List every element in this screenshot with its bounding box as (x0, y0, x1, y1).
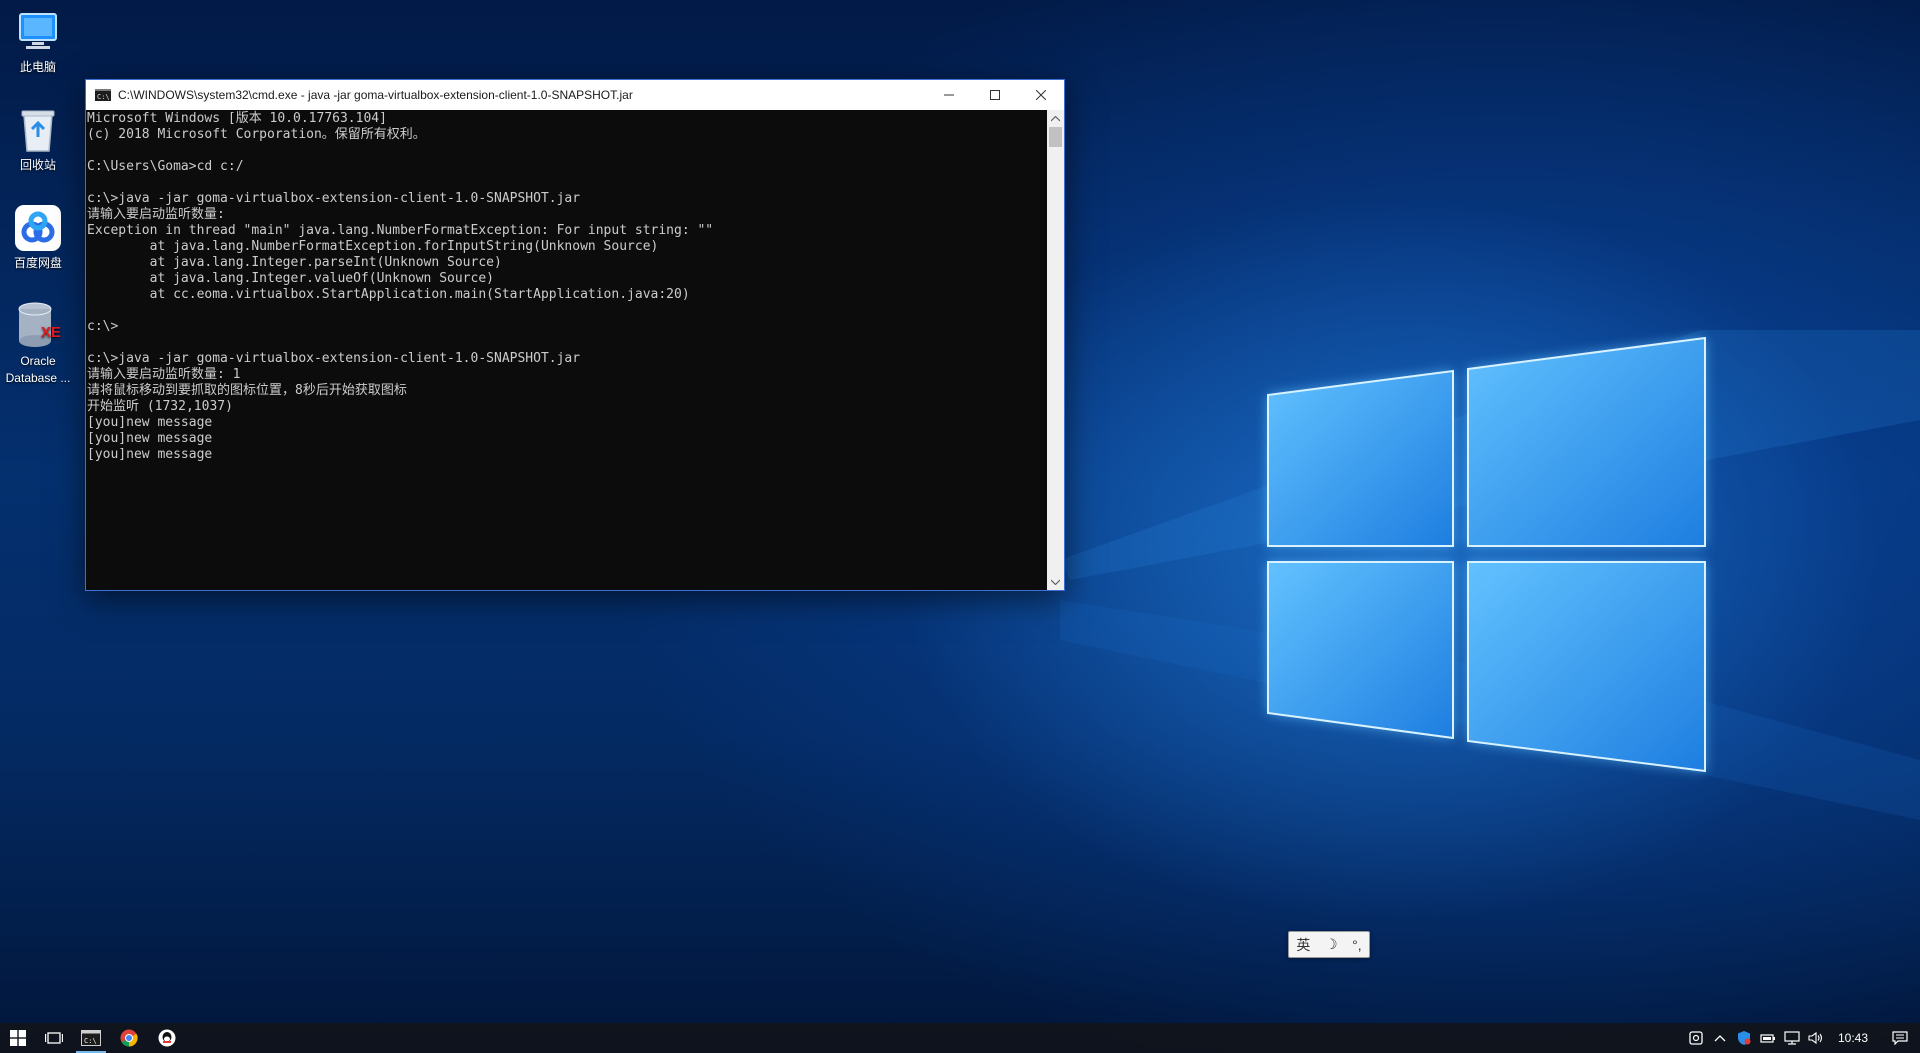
vertical-scrollbar[interactable] (1047, 110, 1064, 590)
desktop-icon-this-pc[interactable]: 此电脑 (0, 8, 76, 76)
close-icon (1036, 90, 1046, 100)
desktop-icon-label: 回收站 (19, 158, 56, 172)
console-line: 请输入要启动监听数量: (87, 207, 225, 222)
qq-app-icon (158, 1029, 176, 1047)
console-line: c:\> (87, 319, 119, 334)
ime-language-toggle[interactable]: 英 (1296, 935, 1310, 955)
oracle-database-icon: XE (14, 302, 62, 350)
window-titlebar[interactable]: C:\ C:\WINDOWS\system32\cmd.exe - java -… (86, 80, 1064, 110)
console-line: 请输入要启动监听数量: 1 (87, 367, 241, 382)
desktop-icon-label: Oracle Database ... (5, 354, 71, 385)
network-icon (1784, 1031, 1800, 1045)
console-line: c:\>java -jar goma-virtualbox-extension-… (87, 191, 581, 206)
taskbar: C:\ 10:43 (0, 1023, 1920, 1053)
ime-punctuation-toggle[interactable]: °, (1352, 937, 1362, 953)
battery-icon (1760, 1034, 1775, 1043)
console-line: C:\Users\Goma>cd c:/ (87, 159, 244, 174)
close-button[interactable] (1018, 80, 1064, 110)
task-view-button[interactable] (36, 1023, 72, 1053)
console-line: at cc.eoma.virtualbox.StartApplication.m… (87, 287, 690, 302)
tray-security-icon[interactable] (1732, 1023, 1756, 1053)
chrome-app-icon (120, 1029, 138, 1047)
taskbar-app-chrome[interactable] (110, 1023, 148, 1053)
taskbar-app-cmd[interactable]: C:\ (72, 1023, 110, 1053)
tray-network-icon[interactable] (1780, 1023, 1804, 1053)
console-line: at java.lang.NumberFormatException.forIn… (87, 239, 659, 254)
ime-mode-toggle[interactable]: ☽ (1325, 936, 1338, 953)
tray-app-icon[interactable] (1684, 1023, 1708, 1053)
console-line: Exception in thread "main" java.lang.Num… (87, 223, 714, 238)
taskbar-clock[interactable]: 10:43 (1828, 1031, 1880, 1045)
desktop-icon-label: 此电脑 (19, 60, 56, 74)
chevron-up-icon (1714, 1035, 1726, 1042)
maximize-icon (990, 90, 1000, 100)
desktop-icon-baidu-netdisk[interactable]: 百度网盘 (0, 204, 76, 272)
scroll-up-icon[interactable] (1047, 110, 1064, 127)
computer-icon (14, 8, 62, 56)
system-tray: 10:43 (1684, 1023, 1920, 1053)
tray-volume-icon[interactable] (1804, 1023, 1828, 1053)
notification-icon (1892, 1031, 1908, 1045)
shield-icon (1737, 1031, 1751, 1045)
console-line: at java.lang.Integer.parseInt(Unknown So… (87, 255, 502, 270)
console-line: 请将鼠标移动到要抓取的图标位置，8秒后开始获取图标 (87, 383, 407, 398)
volume-icon (1808, 1031, 1823, 1045)
taskbar-app-qq[interactable] (148, 1023, 186, 1053)
console-line: c:\>java -jar goma-virtualbox-extension-… (87, 351, 581, 366)
console-line: [you]new message (87, 431, 213, 446)
console-line: 开始监听 (1732,1037) (87, 399, 233, 414)
console-line: Microsoft Windows [版本 10.0.17763.104] (87, 111, 387, 126)
console-line: [you]new message (87, 415, 213, 430)
scroll-down-icon[interactable] (1047, 573, 1064, 590)
console-line: [you]new message (87, 447, 213, 462)
window-title: C:\WINDOWS\system32\cmd.exe - java -jar … (118, 88, 633, 102)
action-center-button[interactable] (1880, 1023, 1920, 1053)
cmd-window[interactable]: C:\ C:\WINDOWS\system32\cmd.exe - java -… (85, 79, 1065, 591)
cmd-icon: C:\ (95, 89, 111, 101)
windows-start-icon (10, 1030, 26, 1046)
console-line: (c) 2018 Microsoft Corporation。保留所有权利。 (87, 127, 426, 142)
desktop-icon-label: 百度网盘 (13, 256, 62, 270)
console-line: at java.lang.Integer.valueOf(Unknown Sou… (87, 271, 494, 286)
maximize-button[interactable] (972, 80, 1018, 110)
svg-text:C:\: C:\ (84, 1037, 97, 1045)
minimize-button[interactable] (926, 80, 972, 110)
scrollbar-thumb[interactable] (1049, 127, 1062, 147)
cmd-app-icon: C:\ (81, 1030, 101, 1046)
baidu-netdisk-icon (14, 204, 62, 252)
minimize-icon (944, 94, 954, 96)
svg-text:C:\: C:\ (97, 93, 110, 101)
task-view-icon (45, 1032, 63, 1044)
recycle-bin-icon (14, 106, 62, 154)
show-hidden-icons-button[interactable] (1708, 1023, 1732, 1053)
tray-battery-icon[interactable] (1756, 1023, 1780, 1053)
ime-language-bar[interactable]: 英 ☽ °, (1288, 931, 1370, 958)
console-output[interactable]: Microsoft Windows [版本 10.0.17763.104] (c)… (86, 110, 1047, 590)
svg-text:XE: XE (41, 324, 61, 341)
ime-tray-icon (1689, 1031, 1703, 1045)
desktop-icon-oracle-database[interactable]: XE Oracle Database ... (0, 302, 76, 387)
start-button[interactable] (0, 1023, 36, 1053)
desktop-icon-recycle-bin[interactable]: 回收站 (0, 106, 76, 174)
